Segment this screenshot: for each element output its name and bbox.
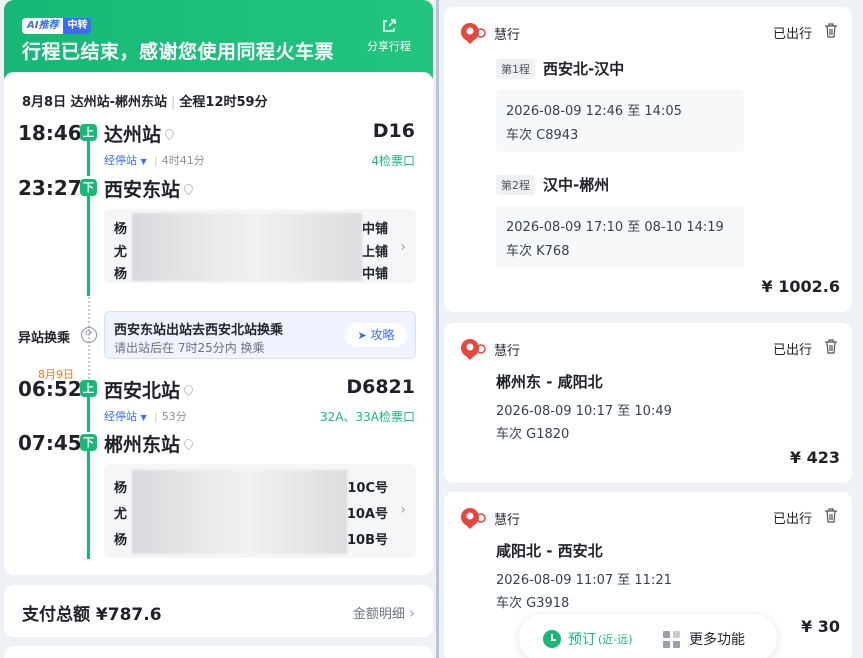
- trip-summary: 8月8日 达州站-郴州东站 | 全程12时59分: [22, 95, 268, 110]
- transfer-time-limit: 请出站后在 7时25分内 换乘: [114, 341, 265, 355]
- trip-detail-panel: AI推荐 中转 行程已结束，感谢您使用同程火车票 分享行程 8月8日 达州站-郴…: [4, 0, 433, 658]
- order-brand: 慧行: [458, 337, 520, 361]
- order-price: ¥ 423: [789, 448, 840, 467]
- trash-icon[interactable]: [824, 339, 838, 354]
- chevron-right-icon: ›: [400, 502, 406, 518]
- more-functions-button[interactable]: 更多功能: [663, 629, 745, 649]
- location-pin-icon: [184, 439, 194, 450]
- order-leg-1: 第1程 西安北-汉中: [496, 58, 624, 79]
- trash-icon[interactable]: [824, 23, 838, 38]
- share-icon: [383, 19, 396, 32]
- location-pin-icon: [165, 129, 175, 140]
- order-brand: 慧行: [458, 21, 520, 45]
- order-brand: 慧行: [458, 506, 520, 530]
- trash-icon[interactable]: [824, 508, 838, 523]
- leg2-departure-station[interactable]: 西安北站: [104, 376, 194, 403]
- caret-down-icon: ▼: [140, 157, 147, 166]
- transfer-instruction: 西安东站出站去西安北站换乘: [114, 323, 284, 338]
- transfer-icon: ⟳: [81, 327, 97, 343]
- order-route: 咸阳北 - 西安北: [496, 542, 603, 560]
- order-time: 2026-08-09 10:17 至 10:49: [496, 404, 672, 419]
- order-time: 2026-08-09 11:07 至 11:21: [496, 573, 672, 588]
- leg2-passenger-line: [87, 451, 90, 559]
- order-status: 已出行: [772, 512, 812, 527]
- leg1-route-line: [87, 141, 90, 176]
- payment-total-row[interactable]: 支付总额 ¥787.6 金额明细 ›: [4, 585, 433, 637]
- leg2-duration: | 53分: [154, 410, 187, 423]
- itinerary-card: 8月8日 达州站-郴州东站 | 全程12时59分 18:46 上 达州站 D16 经…: [4, 72, 433, 575]
- caret-down-icon: ▼: [140, 413, 147, 422]
- huixing-logo-icon: [461, 508, 486, 529]
- leg1-arrival-station[interactable]: 西安东站: [104, 175, 194, 202]
- order-train: 车次 G3918: [496, 596, 570, 611]
- alight-badge: 下: [80, 179, 97, 196]
- trip-ended-banner: AI推荐 中转 行程已结束，感谢您使用同程火车票 分享行程: [4, 0, 433, 78]
- order-status: 已出行: [772, 343, 812, 358]
- transfer-info-box: 西安东站出站去西安北站换乘 请出站后在 7时25分内 换乘 ➤ 攻略: [104, 311, 416, 359]
- leg2-stops-toggle[interactable]: 经停站 ▼: [104, 408, 147, 424]
- leg1-departure-station[interactable]: 达州站: [104, 120, 175, 147]
- grid-icon: [663, 630, 680, 648]
- huixing-logo-icon: [461, 339, 486, 360]
- clock-icon: [543, 630, 561, 648]
- leg1-passenger-list[interactable]: 杨中铺 尤上铺 杨中铺 ›: [104, 209, 416, 283]
- floating-action-bar: 预订 (近-远) 更多功能: [519, 614, 777, 658]
- leg2-train-number: D6821: [346, 376, 415, 398]
- huixing-logo-icon: [461, 23, 486, 44]
- board-badge: 上: [80, 124, 97, 141]
- board-badge: 上: [80, 380, 97, 397]
- order-leg-2-detail: 2026-08-09 17:10 至 08-10 14:19 车次 K768: [496, 206, 744, 268]
- leg2-route-line: [87, 397, 90, 432]
- leg1-gate: 4检票口: [371, 154, 415, 168]
- leg2-arrival-station[interactable]: 郴州东站: [104, 430, 194, 457]
- order-status: 已出行: [772, 27, 812, 42]
- book-button[interactable]: 预订 (近-远): [543, 629, 633, 649]
- order-price: ¥ 1002.6: [761, 277, 840, 296]
- navigation-arrow-icon: ➤: [357, 329, 367, 342]
- share-trip-button[interactable]: 分享行程: [363, 18, 415, 54]
- leg2-arrival-time: 07:45: [18, 431, 82, 455]
- location-pin-icon: [184, 184, 194, 195]
- order-leg-2: 第2程 汉中-郴州: [496, 174, 609, 195]
- redacted-passenger-info: [132, 213, 362, 281]
- order-train: 车次 G1820: [496, 427, 570, 442]
- next-card-peek: [4, 646, 433, 658]
- leg2-departure-time: 06:52: [18, 377, 82, 401]
- panel-divider[interactable]: [436, 0, 439, 658]
- leg1-train-number: D16: [372, 120, 415, 142]
- chevron-right-icon: ›: [400, 239, 406, 255]
- banner-title: 行程已结束，感谢您使用同程火车票: [22, 41, 335, 63]
- transfer-type-label: 异站换乘: [18, 331, 71, 346]
- order-card[interactable]: 慧行 已出行 第1程 西安北-汉中 2026-08-09 12:46 至 14:0…: [444, 7, 852, 312]
- payment-total: 支付总额 ¥787.6: [22, 605, 162, 625]
- redacted-passenger-info: [132, 470, 347, 554]
- order-leg-1-detail: 2026-08-09 12:46 至 14:05 车次 C8943: [496, 90, 744, 152]
- order-price: ¥ 30: [801, 617, 840, 636]
- leg1-stops-toggle[interactable]: 经停站 ▼: [104, 152, 147, 168]
- leg1-departure-time: 18:46: [18, 121, 82, 145]
- leg2-gate: 32A、33A检票口: [320, 410, 415, 424]
- leg1-passenger-line: [87, 196, 90, 296]
- leg1-duration: | 4时41分: [154, 154, 205, 167]
- chevron-right-icon: ›: [409, 604, 415, 622]
- location-pin-icon: [184, 385, 194, 396]
- order-card[interactable]: 慧行 已出行 郴州东 - 咸阳北 2026-08-09 10:17 至 10:4…: [444, 323, 852, 483]
- ai-recommend-tag: AI推荐 中转: [22, 18, 92, 34]
- transfer-guide-button[interactable]: ➤ 攻略: [345, 323, 407, 347]
- leg2-passenger-list[interactable]: 杨 10C号 尤 10A号 杨 10B号 ›: [104, 464, 416, 558]
- amount-detail-link[interactable]: 金额明细 ›: [353, 603, 415, 622]
- order-route: 郴州东 - 咸阳北: [496, 373, 603, 391]
- leg1-arrival-time: 23:27: [18, 176, 82, 200]
- alight-badge: 下: [80, 434, 97, 451]
